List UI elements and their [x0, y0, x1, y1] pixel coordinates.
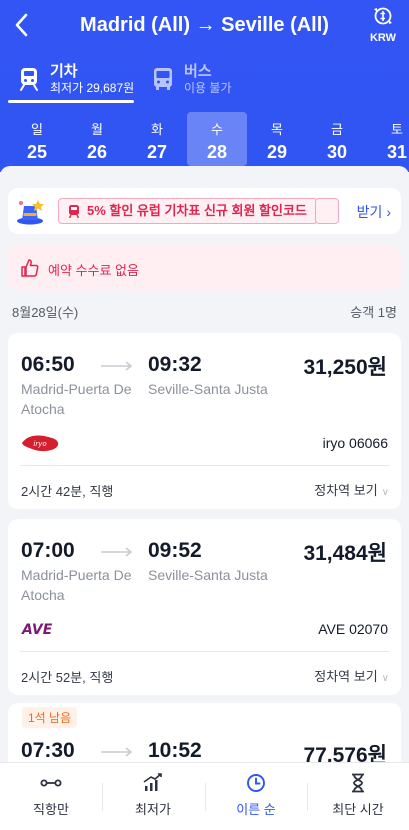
date-29[interactable]: 목 29 [247, 112, 307, 166]
sort-shortest-time[interactable]: 최단 시간 [307, 763, 409, 830]
promo-get-label: 받기 [356, 204, 383, 220]
tab-bus-label: 버스 [184, 62, 212, 80]
nav-label: 이른 순 [236, 802, 276, 817]
price-trend-icon [143, 773, 162, 791]
date-day: 28 [206, 142, 228, 162]
date-weekday: 일 [31, 122, 43, 137]
nav-label: 최단 시간 [332, 802, 384, 817]
thumbs-up-icon [21, 259, 39, 277]
tab-train-sub: 최저가 29,687원 [50, 80, 135, 95]
view-stops-link[interactable]: 정차역 보기 ∨ [314, 666, 389, 685]
train-icon [68, 205, 80, 218]
currency-button[interactable]: KRW [367, 6, 399, 44]
trip-info-row: 8월28일(수) 승객 1명 [12, 302, 397, 321]
date-28-selected[interactable]: 수 28 [187, 112, 247, 166]
price: 31,484원 [303, 542, 387, 565]
promo-coupon-chip-next[interactable] [315, 198, 339, 224]
magic-hat-icon [17, 200, 44, 225]
arrow-right-icon [101, 747, 133, 757]
trip-date: 8월28일(수) [12, 305, 79, 320]
train-number: AVE 02070 [318, 621, 388, 637]
train-number: iryo 06066 [322, 435, 388, 451]
train-icon [20, 68, 38, 91]
tab-train[interactable]: 기차 최저가 29,687원 [16, 56, 134, 102]
date-25[interactable]: 일 25 [7, 112, 67, 166]
arrival-time: 09:52 [148, 539, 202, 562]
date-selector: 일 25 월 26 화 27 수 28 목 29 금 30 토 31 [0, 112, 409, 168]
promo-coupon-text: 5% 할인 유럽 기차표 신규 회원 할인코드 [87, 203, 307, 218]
train-result-card[interactable]: 06:50 09:32 31,250원 Madrid-Puerta De Ato… [8, 333, 401, 509]
seats-left-badge: 1석 남음 [22, 707, 78, 728]
date-26[interactable]: 월 26 [67, 112, 127, 166]
departure-time: 07:00 [21, 539, 75, 562]
tab-train-label: 기차 [50, 62, 78, 80]
train-result-card[interactable]: 07:00 09:52 31,484원 Madrid-Puerta De Ato… [8, 519, 401, 695]
date-27[interactable]: 화 27 [127, 112, 187, 166]
header: Madrid (All) → Seville (All) KRW 기차 최저가 … [0, 0, 409, 172]
duration: 2시간 52분, 직행 [21, 670, 114, 685]
route-title: Madrid (All) → Seville (All) [80, 14, 329, 36]
tab-underline [8, 100, 134, 103]
arrival-time: 10:52 [148, 739, 202, 762]
svg-text:iryo: iryo [33, 440, 46, 448]
direct-icon [40, 779, 62, 787]
nav-label: 최저가 [135, 802, 171, 817]
promo-banner[interactable]: 5% 할인 유럽 기차표 신규 회원 할인코드 받기 › [8, 188, 401, 234]
passenger-count[interactable]: 승객 1명 [350, 302, 397, 321]
date-day: 31 [386, 142, 408, 162]
sort-direct-only[interactable]: 직항만 [0, 763, 102, 830]
bus-icon [154, 68, 172, 90]
view-stops-label: 정차역 보기 [314, 669, 378, 684]
currency-label: KRW [369, 32, 397, 44]
departure-station: Madrid-Puerta De Atocha [21, 567, 132, 603]
date-day: 25 [26, 142, 48, 162]
divider [20, 651, 389, 652]
chevron-down-icon: ∨ [381, 673, 389, 684]
promo-coupon-chip[interactable]: 5% 할인 유럽 기차표 신규 회원 할인코드 [58, 198, 318, 224]
date-weekday: 목 [271, 122, 283, 137]
date-weekday: 수 [211, 122, 223, 137]
iryo-logo: iryo [22, 435, 59, 452]
date-weekday: 화 [151, 122, 163, 137]
tab-bus-sub: 이용 불가 [184, 80, 232, 95]
arrival-station: Seville-Santa Justa [148, 381, 268, 397]
date-day: 29 [266, 142, 288, 162]
sort-lowest-price[interactable]: 최저가 [102, 763, 204, 830]
sort-earliest[interactable]: 이른 순 [205, 763, 307, 830]
price: 31,250원 [303, 356, 387, 379]
sort-bar: 직항만 최저가 이른 순 최단 시간 [0, 762, 409, 830]
currency-swap-icon [374, 7, 392, 25]
promo-get-link[interactable]: 받기 › [357, 202, 391, 222]
date-weekday: 금 [331, 122, 343, 137]
mode-tabs: 기차 최저가 29,687원 버스 이용 불가 [0, 56, 409, 104]
arrival-station: Seville-Santa Justa [148, 567, 268, 583]
clock-icon [247, 774, 265, 792]
date-31[interactable]: 토 31 [367, 112, 409, 166]
view-stops-label: 정차역 보기 [314, 483, 378, 498]
departure-time: 07:30 [21, 739, 75, 762]
arrow-right-icon [101, 547, 133, 557]
chevron-down-icon: ∨ [381, 487, 389, 498]
date-day: 30 [326, 142, 348, 162]
date-weekday: 월 [91, 122, 103, 137]
arrival-time: 09:32 [148, 353, 202, 376]
no-fee-text: 예약 수수료 없음 [48, 263, 139, 278]
departure-time: 06:50 [21, 353, 75, 376]
nav-label: 직항만 [33, 802, 69, 817]
divider [20, 465, 389, 466]
duration: 2시간 42분, 직행 [21, 484, 114, 499]
tab-bus[interactable]: 버스 이용 불가 [150, 56, 232, 102]
departure-station: Madrid-Puerta De Atocha [21, 381, 132, 417]
date-30[interactable]: 금 30 [307, 112, 367, 166]
arrow-right-icon [101, 361, 133, 371]
hourglass-icon [352, 773, 364, 793]
chevron-right-icon: › [386, 204, 391, 220]
date-day: 27 [146, 142, 168, 162]
no-fee-banner: 예약 수수료 없음 [8, 246, 401, 290]
date-day: 26 [86, 142, 108, 162]
view-stops-link[interactable]: 정차역 보기 ∨ [314, 480, 389, 499]
date-weekday: 토 [391, 122, 403, 137]
ave-logo: AVE [21, 622, 53, 638]
svg-text:AVE: AVE [21, 622, 53, 638]
